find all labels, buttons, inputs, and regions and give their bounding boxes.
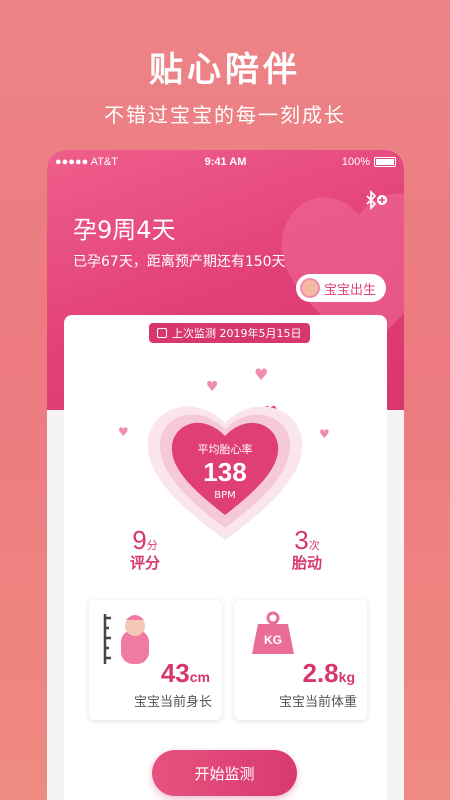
baby-born-label: 宝宝出生 <box>323 282 376 298</box>
heart-rate-display: 平均胎心率 138 BPM <box>140 385 310 545</box>
weight-value: 2.8 <box>302 658 339 688</box>
fetal-movement-stat: 3次 胎动 <box>292 525 322 573</box>
score-stat: 9分 评分 <box>130 525 160 573</box>
status-bar: ●●●●● AT&T 9:41 AM 100% <box>55 156 396 172</box>
baby-born-button[interactable]: 宝宝出生 <box>295 274 386 302</box>
heart-rate-unit: BPM <box>214 490 236 501</box>
weight-value-group: 2.8kg <box>303 658 356 689</box>
score-unit: 分 <box>146 539 158 552</box>
days-info: 已孕67天，距离预产期还有150天 <box>73 254 286 270</box>
pregnancy-week: 孕9周4天 <box>73 216 176 244</box>
phone-screen: ●●●●● AT&T 9:41 AM 100% 孕9周4天 已孕67天，距离预产… <box>47 150 404 800</box>
height-unit: cm <box>189 669 210 685</box>
weight-icon: KG <box>252 611 294 654</box>
movement-label: 胎动 <box>292 554 323 572</box>
battery-status: 100% <box>342 156 396 168</box>
last-check-label: 上次监测 2019年5月15日 <box>172 327 302 340</box>
monitor-card: 上次监测 2019年5月15日 ♥ ♥ ♥ ♥ ♥ 平均胎心率 138 BPM … <box>64 315 387 800</box>
weight-label: 宝宝当前体重 <box>278 695 357 710</box>
avg-heart-rate-label: 平均胎心率 <box>197 443 253 456</box>
small-heart-icon: ♥ <box>254 365 269 384</box>
promo-subtitle: 不错过宝宝的每一刻成长 <box>104 103 346 127</box>
movement-unit: 次 <box>308 539 320 552</box>
small-heart-icon: ♥ <box>319 427 330 441</box>
weight-icon-text: KG <box>264 633 282 647</box>
height-value-group: 43cm <box>161 658 210 689</box>
battery-percent: 100% <box>341 156 370 168</box>
heart-rate-value: 138 <box>203 457 247 487</box>
bluetooth-add-icon[interactable] <box>364 189 390 211</box>
baby-height-icon <box>103 614 149 664</box>
battery-icon <box>374 157 396 167</box>
score-label: 评分 <box>130 554 161 572</box>
weight-card[interactable]: KG 2.8kg 宝宝当前体重 <box>234 600 367 720</box>
height-card[interactable]: 43cm 宝宝当前身长 <box>89 600 222 720</box>
baby-face-icon <box>299 278 320 298</box>
start-monitoring-button[interactable]: 开始监测 <box>152 750 297 796</box>
movement-value: 3 <box>294 525 309 555</box>
small-heart-icon: ♥ <box>118 425 129 439</box>
weight-unit: kg <box>338 669 355 685</box>
last-check-badge: 上次监测 2019年5月15日 <box>149 323 310 343</box>
score-value: 9 <box>132 525 147 555</box>
calendar-icon <box>157 328 167 338</box>
height-label: 宝宝当前身长 <box>133 695 212 710</box>
height-value: 43 <box>160 658 190 688</box>
promo-title: 贴心陪伴 <box>149 50 301 90</box>
